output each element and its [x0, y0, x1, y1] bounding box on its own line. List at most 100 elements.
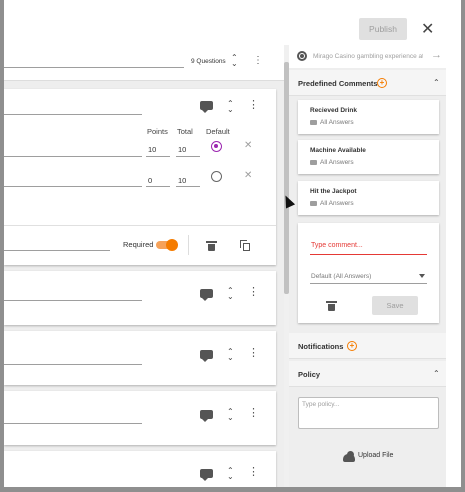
reorder-icon[interactable]: ⌃ ⌄ [227, 100, 234, 114]
total-header: Total [177, 127, 193, 136]
predefined-comments-header[interactable]: Predefined Comments + ⌃ [289, 70, 446, 96]
more-options-icon[interactable]: ⋮ [253, 55, 263, 66]
question-card-collapsed[interactable]: ⌃ ⌄ ⋮ [4, 451, 276, 487]
app-window: Publish ✕ 9 Questions ⌃ ⌄ ⋮ ⌃ ⌄ ⋮ Points T… [0, 0, 465, 492]
question-count: 9 Questions [191, 58, 226, 65]
comment-scope-icon [310, 160, 317, 165]
arrow-right-icon[interactable]: → [431, 49, 442, 61]
new-comment-form: Type comment... Default (All Answers) Sa… [298, 223, 439, 323]
comment-input[interactable]: Type comment... [311, 242, 363, 249]
comment-icon[interactable] [200, 469, 213, 481]
comment-card[interactable]: Recieved Drink All Answers [298, 100, 439, 134]
total-underline [176, 156, 200, 157]
comment-icon[interactable] [200, 289, 213, 301]
remove-answer-icon[interactable]: ✕ [244, 171, 252, 181]
comment-title: Machine Available [310, 147, 366, 154]
question-text-field[interactable] [4, 364, 142, 365]
required-label: Required [123, 240, 154, 249]
question-card-collapsed[interactable]: ⌃ ⌄ ⋮ [4, 391, 276, 445]
delete-comment-icon[interactable] [326, 301, 337, 311]
answer-points[interactable]: 0 [148, 176, 152, 185]
remove-answer-icon[interactable]: ✕ [244, 141, 252, 151]
comment-title: Recieved Drink [310, 107, 357, 114]
window-border [461, 0, 465, 492]
comment-card[interactable]: Hit the Jackpot All Answers [298, 181, 439, 215]
notifications-header[interactable]: Notifications + [289, 333, 446, 359]
close-icon[interactable]: ✕ [421, 22, 434, 38]
question-editor: 9 Questions ⌃ ⌄ ⋮ ⌃ ⌄ ⋮ Points Total Defau… [4, 45, 284, 487]
default-radio-selected[interactable] [211, 141, 222, 152]
default-radio[interactable] [211, 171, 222, 182]
question-settings-panel: Mirago Casino gambling experience at → P… [289, 45, 446, 487]
questions-bar: 9 Questions ⌃ ⌄ ⋮ [4, 45, 284, 81]
chevron-up-icon[interactable]: ⌃ [433, 369, 440, 378]
reorder-icon[interactable]: ⌃ ⌄ [227, 467, 234, 481]
reorder-icon[interactable]: ⌃ ⌄ [227, 287, 234, 301]
policy-placeholder: Type policy... [302, 401, 340, 408]
question-menu-icon[interactable]: ⋮ [248, 408, 259, 419]
comment-scope-icon [310, 201, 317, 206]
question-menu-icon[interactable]: ⋮ [248, 467, 259, 478]
policy-header[interactable]: Policy ⌃ [289, 361, 446, 387]
question-text-field[interactable] [4, 300, 142, 301]
comment-title: Hit the Jackpot [310, 188, 357, 195]
answer-total[interactable]: 10 [178, 145, 186, 154]
comment-scope: All Answers [320, 119, 354, 126]
divider [188, 235, 189, 255]
question-text-field[interactable] [4, 114, 142, 115]
question-menu-icon[interactable]: ⋮ [248, 287, 259, 298]
comment-card[interactable]: Machine Available All Answers [298, 140, 439, 174]
default-header: Default [206, 127, 230, 136]
duplicate-question-icon[interactable] [240, 240, 250, 251]
comment-icon[interactable] [200, 410, 213, 422]
upload-file-button[interactable]: Upload File [358, 452, 393, 459]
policy-input[interactable]: Type policy... [298, 397, 439, 429]
section-title: Policy [298, 370, 321, 379]
section-title: Notifications [298, 342, 344, 351]
total-underline [176, 186, 200, 187]
comment-icon[interactable] [200, 101, 213, 113]
section-title: Predefined Comments [298, 79, 378, 88]
question-menu-icon[interactable]: ⋮ [248, 100, 259, 111]
add-comment-icon[interactable]: + [377, 78, 387, 88]
points-underline [146, 186, 170, 187]
window-border [0, 0, 4, 492]
comment-scope: All Answers [320, 159, 354, 166]
answer-points[interactable]: 10 [148, 145, 156, 154]
question-text-field[interactable] [4, 423, 142, 424]
top-bar: Publish ✕ [4, 4, 461, 44]
answer-scope-select[interactable]: Default (All Answers) [311, 273, 371, 280]
comment-scope: All Answers [320, 200, 354, 207]
preview-question-text: Mirago Casino gambling experience at [313, 53, 423, 60]
publish-button[interactable]: Publish [359, 18, 407, 40]
question-preview: Mirago Casino gambling experience at → [289, 45, 446, 68]
question-menu-icon[interactable]: ⋮ [248, 348, 259, 359]
answer-text-field[interactable] [4, 186, 142, 187]
chevron-up-icon[interactable]: ⌃ [433, 78, 440, 87]
points-header: Points [147, 127, 168, 136]
survey-title-field[interactable] [4, 67, 184, 68]
divider [4, 225, 276, 226]
delete-question-icon[interactable] [206, 241, 217, 251]
dropdown-arrow-icon[interactable] [419, 274, 425, 278]
reorder-icon[interactable]: ⌃ ⌄ [227, 348, 234, 362]
select-underline [310, 283, 427, 284]
points-underline [146, 156, 170, 157]
question-card-collapsed[interactable]: ⌃ ⌄ ⋮ [4, 331, 276, 385]
window-border [0, 487, 465, 492]
collapse-all-icon[interactable]: ⌃ ⌄ [231, 54, 238, 68]
save-button[interactable]: Save [372, 296, 418, 315]
comment-scope-icon [310, 120, 317, 125]
add-notification-icon[interactable]: + [347, 341, 357, 351]
radio-question-icon [297, 51, 307, 61]
comment-icon[interactable] [200, 350, 213, 362]
answer-text-field[interactable] [4, 156, 142, 157]
comment-input-underline [310, 254, 427, 255]
question-card-collapsed[interactable]: ⌃ ⌄ ⋮ [4, 271, 276, 325]
cloud-upload-icon[interactable] [343, 451, 355, 462]
reorder-icon[interactable]: ⌃ ⌄ [227, 408, 234, 422]
answer-total[interactable]: 10 [178, 176, 186, 185]
question-note-field[interactable] [4, 250, 110, 251]
question-card-expanded: ⌃ ⌄ ⋮ Points Total Default 10 10 ✕ 0 10 ✕… [4, 89, 276, 265]
required-toggle[interactable] [156, 239, 178, 251]
